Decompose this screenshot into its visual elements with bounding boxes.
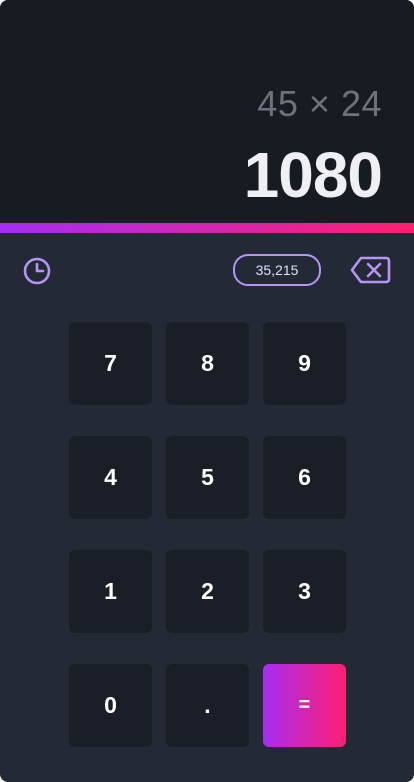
key-9[interactable]: 9 — [263, 322, 346, 405]
memory-value-button[interactable]: 35,215 — [233, 254, 321, 286]
key-2[interactable]: 2 — [166, 550, 249, 633]
keypad: 7 8 9 4 5 6 1 2 3 0 . = — [69, 322, 346, 747]
equals-button[interactable]: = — [263, 664, 346, 747]
key-6[interactable]: 6 — [263, 436, 346, 519]
key-1[interactable]: 1 — [69, 550, 152, 633]
key-4[interactable]: 4 — [69, 436, 152, 519]
key-5[interactable]: 5 — [166, 436, 249, 519]
clock-icon — [23, 257, 51, 285]
history-button[interactable] — [20, 254, 54, 288]
key-8[interactable]: 8 — [166, 322, 249, 405]
result-text: 1080 — [243, 139, 383, 211]
key-0[interactable]: 0 — [69, 664, 152, 747]
calculator-app: 45 × 24 1080 35,215 7 8 9 4 5 6 1 2 3 0 … — [0, 0, 414, 782]
backspace-button[interactable] — [348, 253, 392, 287]
key-3[interactable]: 3 — [263, 550, 346, 633]
backspace-icon — [350, 256, 391, 284]
calculator-display: 45 × 24 1080 — [0, 0, 414, 223]
key-7[interactable]: 7 — [69, 322, 152, 405]
accent-divider — [0, 223, 414, 233]
key-decimal[interactable]: . — [166, 664, 249, 747]
expression-text: 45 × 24 — [257, 83, 382, 124]
